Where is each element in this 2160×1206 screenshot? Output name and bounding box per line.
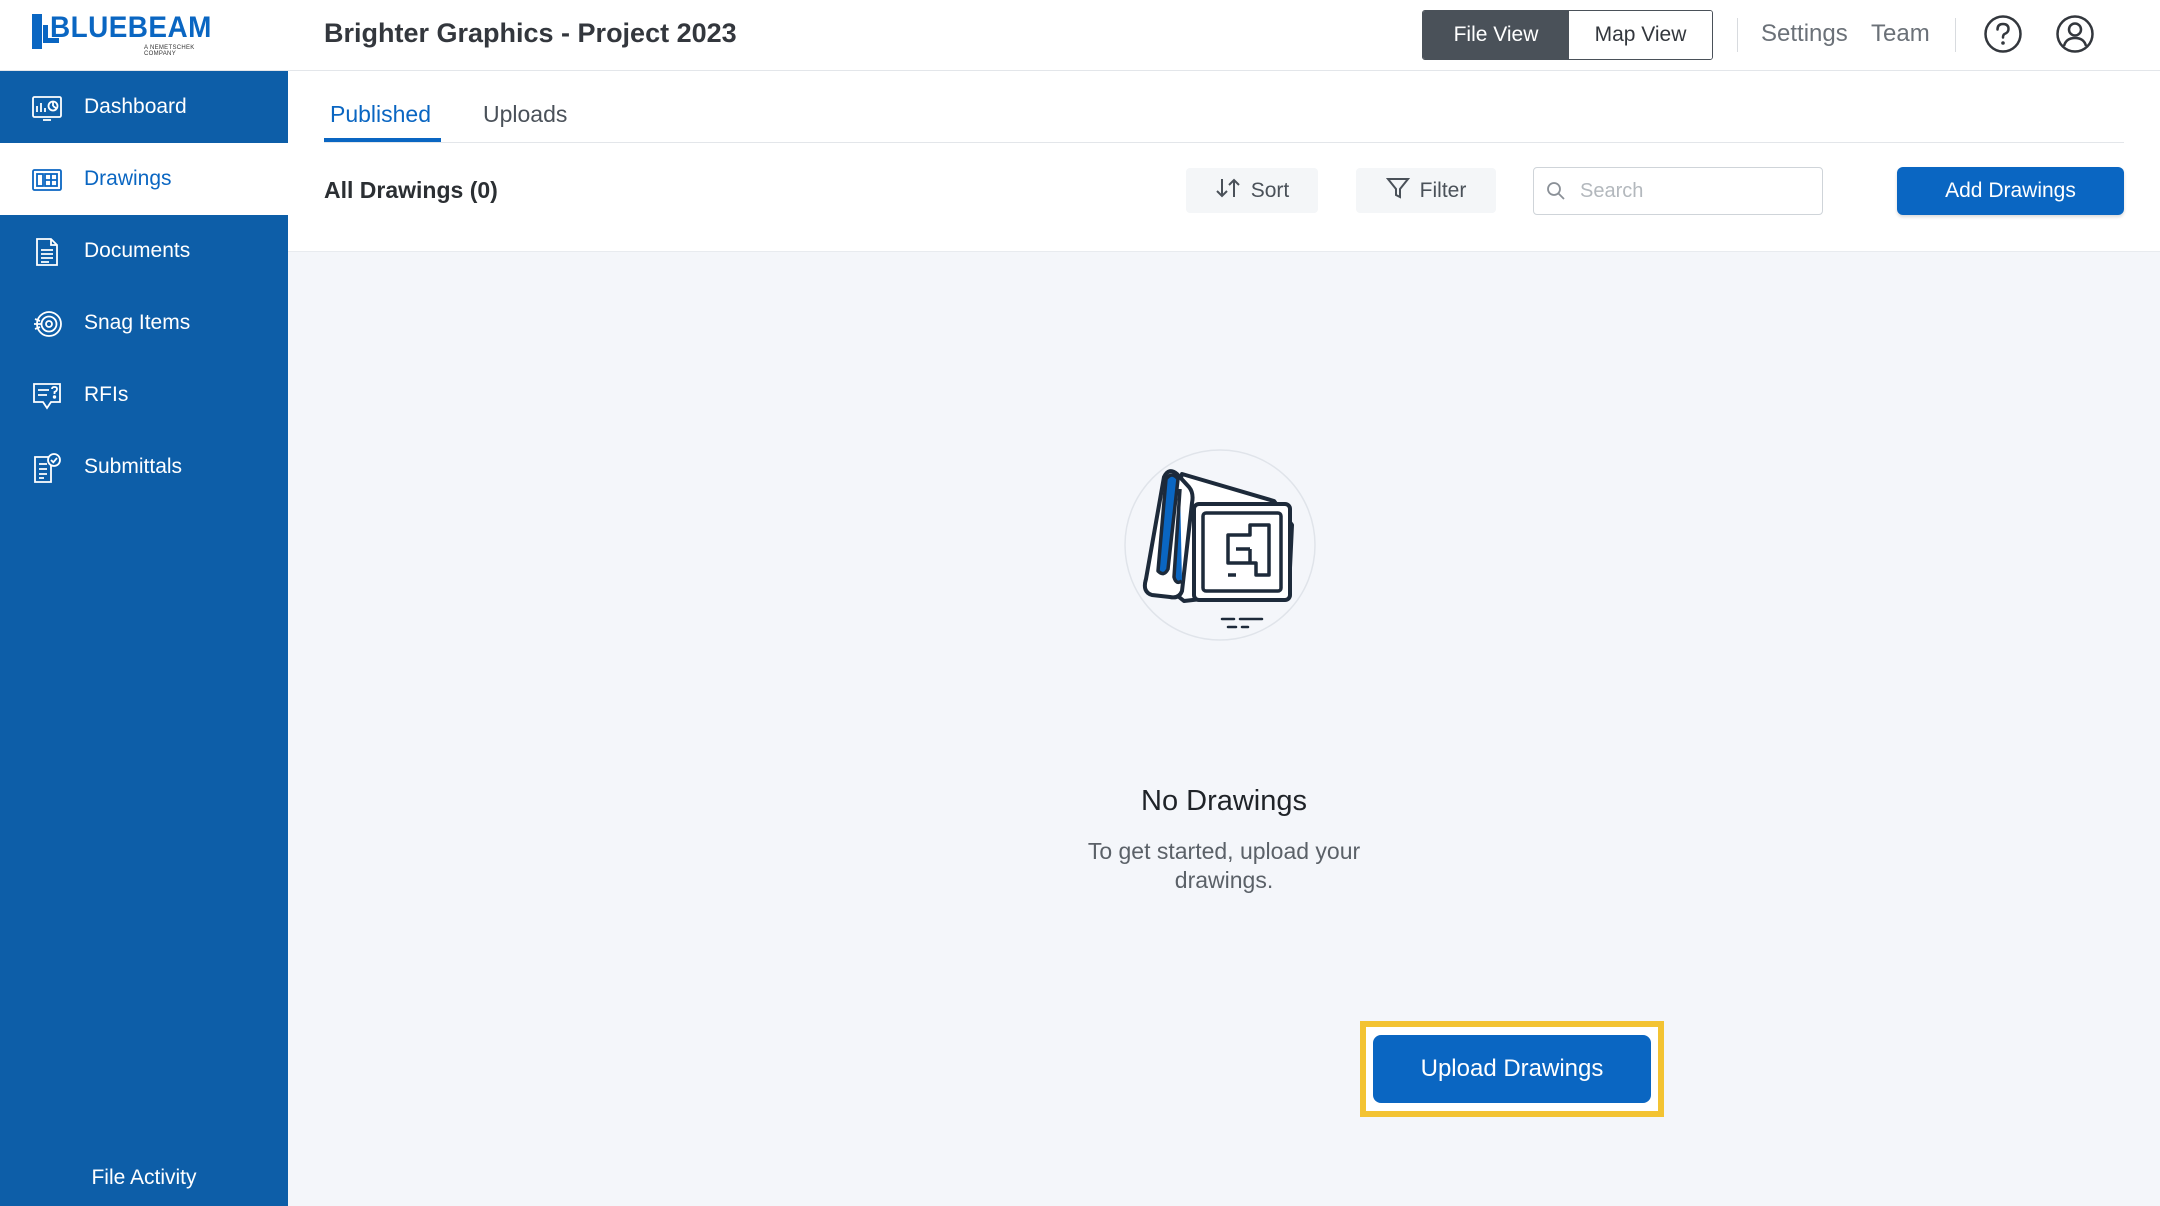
- sidebar-item-label: Documents: [84, 239, 191, 262]
- upload-drawings-button[interactable]: Upload Drawings: [1373, 1035, 1651, 1103]
- filter-button[interactable]: Filter: [1356, 168, 1496, 213]
- tab-uploads[interactable]: Uploads: [483, 101, 567, 128]
- submittals-icon: [31, 452, 63, 484]
- project-title: Brighter Graphics - Project 2023: [324, 18, 737, 48]
- active-tab-indicator: [324, 138, 441, 142]
- sidebar-item-drawings[interactable]: Drawings: [0, 143, 288, 215]
- logo-mark-icon: [32, 14, 59, 49]
- filter-icon: [1385, 176, 1410, 206]
- documents-icon: [31, 236, 63, 268]
- snag-items-icon: [31, 308, 63, 340]
- sidebar-item-submittals[interactable]: Submittals: [0, 431, 288, 503]
- sidebar-item-documents[interactable]: Documents: [0, 215, 288, 287]
- empty-state-title: No Drawings: [1141, 785, 1307, 817]
- sort-button[interactable]: Sort: [1186, 168, 1318, 213]
- sidebar-item-label: Drawings: [84, 167, 172, 190]
- dashboard-icon: [31, 92, 63, 124]
- empty-state-subtitle-line: To get started, upload your: [1087, 838, 1361, 864]
- add-drawings-button[interactable]: Add Drawings: [1897, 167, 2124, 215]
- sidebar-item-label: Submittals: [84, 455, 183, 478]
- blueprint-illustration-icon: [1124, 449, 1316, 641]
- search-input[interactable]: [1580, 179, 1810, 203]
- main-panel: Published Uploads All Drawings (0) Sort …: [288, 71, 2160, 1206]
- sidebar-item-label: RFIs: [84, 383, 129, 406]
- tab-bar: [324, 71, 2124, 143]
- empty-state-subtitle: To get started, upload your drawings.: [1059, 837, 1389, 895]
- view-toggle: File View Map View: [1422, 10, 1713, 60]
- sidebar-item-dashboard[interactable]: Dashboard: [0, 71, 288, 143]
- header-divider: [1737, 18, 1738, 52]
- empty-state-subtitle-line: drawings.: [1174, 867, 1274, 893]
- header-divider: [1955, 18, 1956, 52]
- sidebar-item-snag-items[interactable]: Snag Items: [0, 287, 288, 359]
- account-icon[interactable]: [2055, 14, 2095, 54]
- file-activity-link[interactable]: File Activity: [0, 1166, 288, 1190]
- team-link[interactable]: Team: [1871, 20, 1930, 48]
- settings-link[interactable]: Settings: [1761, 20, 1848, 48]
- sidebar-item-rfis[interactable]: RFIs: [0, 359, 288, 431]
- sidebar-item-label: Snag Items: [84, 311, 191, 334]
- search-icon: [1546, 181, 1566, 201]
- file-view-button[interactable]: File View: [1423, 11, 1569, 59]
- sort-label: Sort: [1250, 178, 1290, 202]
- sidebar-item-label: Dashboard: [84, 95, 187, 118]
- search-field[interactable]: [1533, 167, 1823, 215]
- rfis-icon: [31, 380, 63, 412]
- sort-icon: [1215, 176, 1241, 206]
- logo-subtitle: A NEMETSCHEK COMPANY: [144, 45, 195, 57]
- sidebar: Dashboard Drawings Documents Snag Items …: [0, 71, 288, 1206]
- top-bar: BLUEBEAM A NEMETSCHEK COMPANY Brighter G…: [0, 0, 2160, 71]
- drawings-content-area: No Drawings To get started, upload your …: [288, 251, 2160, 1206]
- help-icon[interactable]: [1983, 14, 2023, 54]
- drawings-icon: [31, 164, 63, 196]
- logo-wordmark: BLUEBEAM: [50, 11, 212, 44]
- drawings-count-heading: All Drawings (0): [324, 177, 498, 203]
- map-view-button[interactable]: Map View: [1569, 11, 1712, 59]
- bluebeam-logo[interactable]: BLUEBEAM A NEMETSCHEK COMPANY: [32, 13, 222, 57]
- filter-label: Filter: [1419, 178, 1467, 202]
- tab-published[interactable]: Published: [330, 101, 431, 128]
